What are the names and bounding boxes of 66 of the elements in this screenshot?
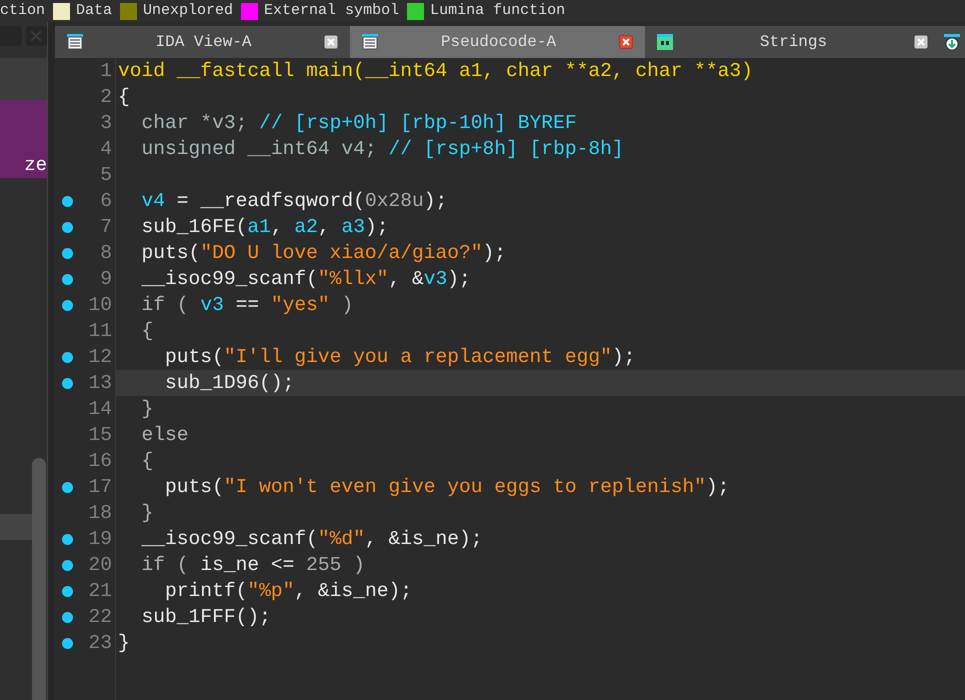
line-number: 21 [87,579,113,604]
code-line: char *v3; // [rsp+0h] [rbp-10h] BYREF [140,111,578,136]
close-icon[interactable] [619,35,633,49]
panel-splitter[interactable] [48,22,55,700]
line-number: 15 [87,423,113,448]
line-number: 2 [99,85,113,110]
code-line: puts("I'll give you a replacement egg"); [164,345,636,370]
line-number: 10 [87,293,113,318]
list-icon [67,34,83,50]
code-line: sub_1FFF(); [140,605,272,630]
line-number: 9 [99,267,113,292]
line-number: 12 [87,345,113,370]
line-number: 19 [87,527,113,552]
legend-label: Data [76,0,112,21]
quote-icon [657,34,673,50]
code-line: puts("DO U love xiao/a/giao?"); [140,241,508,266]
line-number: 14 [87,397,113,422]
line-number: 18 [87,501,113,526]
code-line: sub_16FE(a1, a2, a3); [140,215,390,240]
legend-label: External symbol [264,0,400,21]
line-number: 8 [99,241,113,266]
code-line: { [140,449,154,474]
tab[interactable]: Strings [645,26,940,58]
download-icon [944,34,960,50]
line-number: 1 [99,59,113,84]
tab[interactable]: IDA View-A [55,26,350,58]
scrollbar-thumb[interactable] [32,458,46,700]
code-line: } [140,397,154,422]
line-number: 6 [99,189,113,214]
line-number: 16 [87,449,113,474]
code-line: { [140,319,154,344]
line-number: 22 [87,605,113,630]
code-line: } [140,501,154,526]
line-number: 13 [87,371,113,396]
line-number: 7 [99,215,113,240]
line-number: 5 [99,163,113,188]
legend-label: ction [0,0,46,21]
legend-label: Lumina function [430,0,566,21]
code-line: else [140,423,190,448]
code-line: { [117,85,131,110]
line-number: 11 [87,319,113,344]
line-number: 17 [87,475,113,500]
code-line: } [117,631,131,656]
code-line: printf("%p", &is_ne); [164,579,413,604]
list-icon [362,34,378,50]
list-row[interactable] [0,514,32,540]
code-line: void __fastcall main(__int64 a1, char **a2, char **a3) [117,59,754,84]
close-icon[interactable] [914,35,928,49]
code-line: if ( is_ne <= 255 ) [140,553,366,578]
line-number: 23 [87,631,113,656]
legend-label: Unexplored [143,0,234,21]
tab[interactable] [940,26,965,58]
code-line: unsigned __int64 v4; // [rsp+8h] [rbp-8h] [140,137,625,162]
row-label: ze [24,156,47,175]
line-number: 20 [87,553,113,578]
selected-row[interactable]: ze [0,100,47,178]
line-number: 3 [99,111,113,136]
code-line: __isoc99_scanf("%llx", &v3); [140,267,472,292]
line-number: 4 [99,137,113,162]
code-line: __isoc99_scanf("%d", &is_ne); [140,527,484,552]
close-icon[interactable] [324,35,338,49]
code-line: puts("I won't even give you eggs to replenish"); [164,475,730,500]
tab[interactable]: Pseudocode-A [350,26,645,58]
close-button[interactable] [26,26,47,46]
code-line: if ( v3 == "yes" ) [140,293,354,318]
code-line: v4 = __readfsqword(0x28u); [140,189,448,214]
